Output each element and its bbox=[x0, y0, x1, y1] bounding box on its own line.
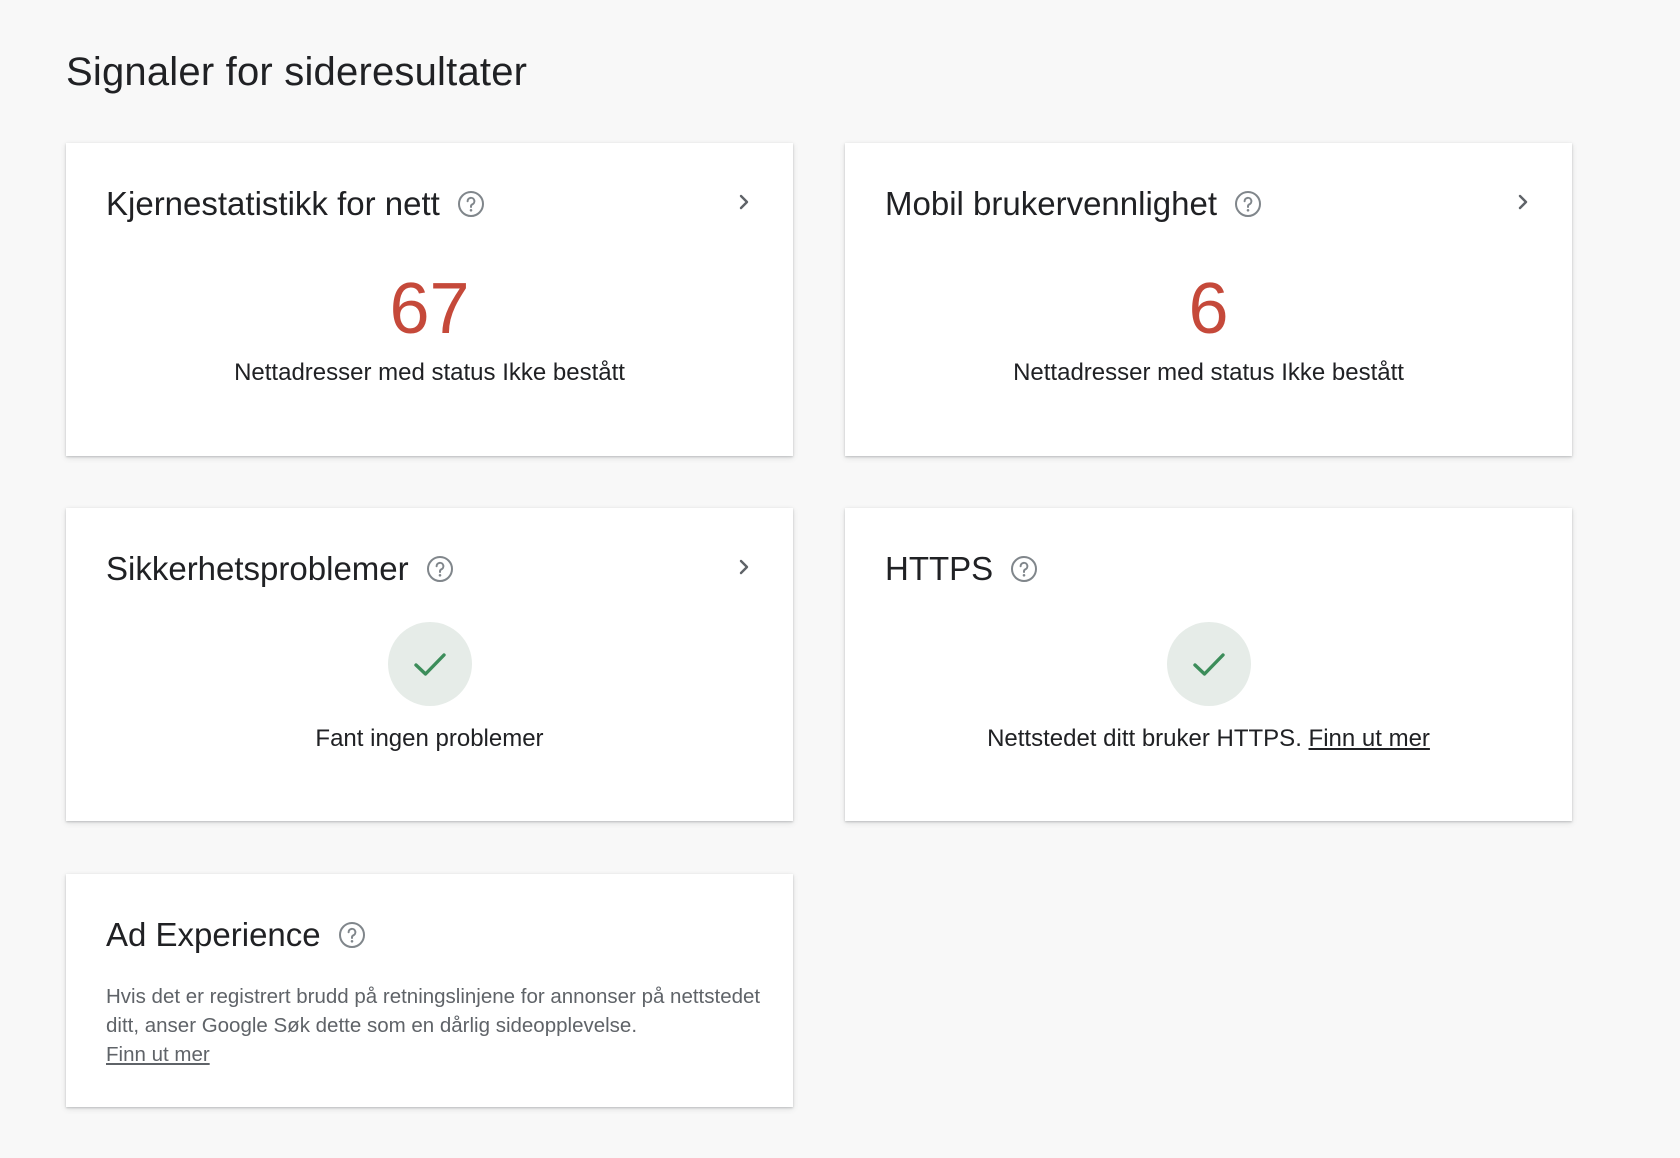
check-icon bbox=[387, 622, 472, 706]
card-title: HTTPS bbox=[885, 550, 994, 587]
description-text: Hvis det er registrert brudd på retnings… bbox=[106, 985, 761, 1037]
page-title: Signaler for sideresultater bbox=[66, 50, 528, 94]
chevron-right-icon[interactable] bbox=[1508, 187, 1538, 217]
failed-url-count: 67 bbox=[389, 269, 470, 349]
card-header: HTTPS bbox=[885, 544, 1039, 594]
failed-url-label: Nettadresser med status Ikke bestått bbox=[234, 359, 625, 386]
failed-url-count: 6 bbox=[1188, 269, 1229, 349]
check-icon bbox=[1166, 622, 1251, 706]
failed-url-label: Nettadresser med status Ikke bestått bbox=[1013, 359, 1404, 386]
card-header: Sikkerhetsproblemer bbox=[106, 544, 455, 594]
card-https: HTTPS Nettstedet ditt bruker HTTPS. Finn… bbox=[845, 508, 1572, 821]
learn-more-link[interactable]: Finn ut mer bbox=[1309, 725, 1430, 752]
help-circle-icon[interactable] bbox=[1233, 189, 1263, 219]
card-title: Mobil brukervennlighet bbox=[885, 185, 1218, 222]
help-circle-icon[interactable] bbox=[425, 554, 455, 584]
status-text: Nettstedet ditt bruker HTTPS. Finn ut me… bbox=[845, 725, 1572, 753]
card-mobile-usability[interactable]: Mobil brukervennlighet 6 Nettadresser me… bbox=[845, 143, 1572, 456]
learn-more-link[interactable]: Finn ut mer bbox=[106, 1043, 210, 1066]
https-status-label: Nettstedet ditt bruker HTTPS. bbox=[987, 725, 1302, 752]
help-circle-icon[interactable] bbox=[456, 189, 486, 219]
card-core-web-vitals[interactable]: Kjernestatistikk for nett 67 Nettadresse… bbox=[66, 143, 793, 456]
chevron-right-icon[interactable] bbox=[729, 187, 759, 217]
card-header: Kjernestatistikk for nett bbox=[106, 179, 486, 229]
help-circle-icon[interactable] bbox=[1009, 554, 1039, 584]
card-security-issues[interactable]: Sikkerhetsproblemer Fant ingen problemer bbox=[66, 508, 793, 821]
card-ad-experience: Ad Experience Hvis det er registrert bru… bbox=[66, 874, 793, 1107]
chevron-right-icon[interactable] bbox=[729, 552, 759, 582]
card-title: Kjernestatistikk for nett bbox=[106, 185, 440, 222]
help-circle-icon[interactable] bbox=[337, 920, 367, 950]
status-text: Fant ingen problemer bbox=[315, 725, 544, 752]
card-title: Ad Experience bbox=[106, 916, 321, 953]
card-header: Ad Experience bbox=[106, 910, 367, 960]
ad-experience-description: Hvis det er registrert brudd på retnings… bbox=[106, 982, 763, 1069]
card-title: Sikkerhetsproblemer bbox=[106, 550, 409, 587]
card-header: Mobil brukervennlighet bbox=[885, 179, 1263, 229]
